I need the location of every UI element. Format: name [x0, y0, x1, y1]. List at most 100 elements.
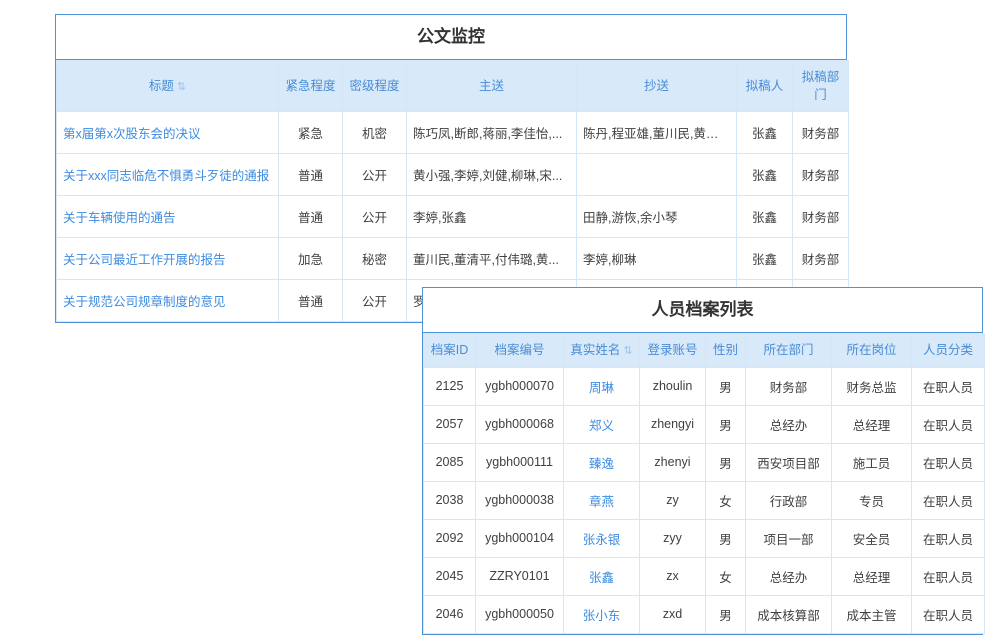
- person-name-link[interactable]: 郑义: [564, 405, 640, 443]
- table-cell: 财务部: [793, 112, 849, 154]
- column-header: 拟稿部门: [793, 61, 849, 112]
- table-cell: zy: [640, 481, 706, 519]
- table-row: 2057ygbh000068郑义zhengyi男总经办总经理在职人员: [424, 405, 985, 443]
- column-header-sortable[interactable]: 标题⇅: [57, 61, 279, 112]
- table-cell: ygbh000068: [476, 405, 564, 443]
- column-header: 所在部门: [746, 334, 832, 368]
- table-cell: zhoulin: [640, 367, 706, 405]
- table-cell: 董川民,董清平,付伟璐,黄...: [407, 238, 577, 280]
- table-cell: zhengyi: [640, 405, 706, 443]
- table-row: 2092ygbh000104张永银zyy男项目一部安全员在职人员: [424, 519, 985, 557]
- doc-monitor-panel: 公文监控 标题⇅ 紧急程度密级程度主送 抄送 拟稿人拟稿部门 第x届第x次股东会的决议…: [55, 14, 847, 323]
- table-cell: 成本核算部: [746, 595, 832, 633]
- table-cell: 男: [706, 519, 746, 557]
- column-label: 所在岗位: [846, 343, 896, 357]
- table-row: 第x届第x次股东会的决议紧急机密陈巧凤,断郎,蒋丽,李佳怡,...陈丹,程亚雄,…: [57, 112, 849, 154]
- table-cell: 财务部: [746, 367, 832, 405]
- table-cell: 男: [706, 443, 746, 481]
- table-cell: 机密: [343, 112, 407, 154]
- table-cell: 公开: [343, 154, 407, 196]
- doc-title-link[interactable]: 关于公司最近工作开展的报告: [57, 238, 279, 280]
- doc-title-link[interactable]: 关于xxx同志临危不惧勇斗歹徒的通报: [57, 154, 279, 196]
- column-header: 档案ID: [424, 334, 476, 368]
- table-cell: 在职人员: [912, 367, 985, 405]
- table-cell: 在职人员: [912, 519, 985, 557]
- column-label: 档案ID: [431, 343, 469, 357]
- column-header: 主送: [407, 61, 577, 112]
- table-cell: 在职人员: [912, 557, 985, 595]
- table-cell: [577, 154, 737, 196]
- doc-title-link[interactable]: 第x届第x次股东会的决议: [57, 112, 279, 154]
- column-label: 登录账号: [647, 343, 697, 357]
- column-label: 性别: [713, 343, 738, 357]
- table-cell: 项目一部: [746, 519, 832, 557]
- column-header-sortable[interactable]: 真实姓名⇅: [564, 334, 640, 368]
- table-cell: 2046: [424, 595, 476, 633]
- table-cell: 男: [706, 405, 746, 443]
- personnel-table: 档案ID 档案编号 真实姓名⇅ 登录账号 性别 所在部门 所在岗位 人员分类 2125ygbh…: [423, 333, 985, 634]
- column-label: 真实姓名: [570, 343, 620, 357]
- column-label: 人员分类: [923, 343, 973, 357]
- column-label: 密级程度: [349, 79, 399, 93]
- table-cell: ZZRY0101: [476, 557, 564, 595]
- column-label: 标题: [149, 79, 174, 93]
- table-cell: 2092: [424, 519, 476, 557]
- table-cell: 普通: [279, 280, 343, 322]
- column-header: 档案编号: [476, 334, 564, 368]
- column-header: 拟稿人: [737, 61, 793, 112]
- column-label: 紧急程度: [285, 79, 335, 93]
- table-row: 2125ygbh000070周琳zhoulin男财务部财务总监在职人员: [424, 367, 985, 405]
- table-cell: 张鑫: [737, 112, 793, 154]
- table-cell: 财务部: [793, 238, 849, 280]
- table-cell: 在职人员: [912, 481, 985, 519]
- column-header: 所在岗位: [832, 334, 912, 368]
- table-cell: ygbh000038: [476, 481, 564, 519]
- person-name-link[interactable]: 周琳: [564, 367, 640, 405]
- header-row: 档案ID 档案编号 真实姓名⇅ 登录账号 性别 所在部门 所在岗位 人员分类: [424, 334, 985, 368]
- table-cell: 男: [706, 367, 746, 405]
- sort-icon[interactable]: ⇅: [623, 344, 632, 360]
- table-cell: 加急: [279, 238, 343, 280]
- table-cell: 在职人员: [912, 595, 985, 633]
- table-cell: 在职人员: [912, 405, 985, 443]
- table-cell: zyy: [640, 519, 706, 557]
- person-name-link[interactable]: 臻逸: [564, 443, 640, 481]
- table-cell: 总经理: [832, 405, 912, 443]
- table-cell: 张鑫: [737, 154, 793, 196]
- person-name-link[interactable]: 章燕: [564, 481, 640, 519]
- table-row: 关于车辆使用的通告普通公开李婷,张鑫田静,游恢,余小琴张鑫财务部: [57, 196, 849, 238]
- table-cell: 总经办: [746, 405, 832, 443]
- table-cell: 总经办: [746, 557, 832, 595]
- person-name-link[interactable]: 张小东: [564, 595, 640, 633]
- doc-title-link[interactable]: 关于车辆使用的通告: [57, 196, 279, 238]
- doc-title-link[interactable]: 关于规范公司规章制度的意见: [57, 280, 279, 322]
- table-cell: ygbh000070: [476, 367, 564, 405]
- doc-monitor-table: 标题⇅ 紧急程度密级程度主送 抄送 拟稿人拟稿部门 第x届第x次股东会的决议紧急机密陈…: [56, 60, 849, 322]
- personnel-table-head: 档案ID 档案编号 真实姓名⇅ 登录账号 性别 所在部门 所在岗位 人员分类: [424, 334, 985, 368]
- header-row: 标题⇅ 紧急程度密级程度主送 抄送 拟稿人拟稿部门: [57, 61, 849, 112]
- table-cell: 女: [706, 481, 746, 519]
- person-name-link[interactable]: 张鑫: [564, 557, 640, 595]
- table-cell: ygbh000111: [476, 443, 564, 481]
- table-cell: 行政部: [746, 481, 832, 519]
- table-cell: ygbh000104: [476, 519, 564, 557]
- table-cell: 张鑫: [737, 196, 793, 238]
- table-row: 2046ygbh000050张小东zxd男成本核算部成本主管在职人员: [424, 595, 985, 633]
- table-cell: 财务部: [793, 196, 849, 238]
- table-row: 关于xxx同志临危不惧勇斗歹徒的通报普通公开黄小强,李婷,刘健,柳琳,宋...张…: [57, 154, 849, 196]
- column-label: 所在部门: [763, 343, 813, 357]
- table-cell: 陈丹,程亚雄,董川民,黄思璐...: [577, 112, 737, 154]
- doc-monitor-title: 公文监控: [56, 15, 846, 60]
- table-cell: 西安项目部: [746, 443, 832, 481]
- column-header: 密级程度: [343, 61, 407, 112]
- sort-icon[interactable]: ⇅: [177, 80, 186, 96]
- table-cell: 2038: [424, 481, 476, 519]
- column-header: 人员分类: [912, 334, 985, 368]
- table-cell: 田静,游恢,余小琴: [577, 196, 737, 238]
- column-header: 抄送: [577, 61, 737, 112]
- column-label: 抄送: [644, 79, 669, 93]
- table-cell: 专员: [832, 481, 912, 519]
- column-label: 档案编号: [494, 343, 544, 357]
- person-name-link[interactable]: 张永银: [564, 519, 640, 557]
- table-cell: 2045: [424, 557, 476, 595]
